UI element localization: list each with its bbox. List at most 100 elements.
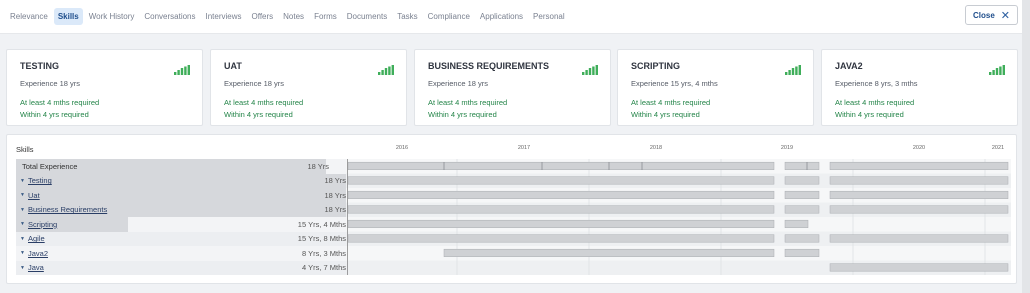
card-title: TESTING — [20, 61, 60, 71]
tab-skills[interactable]: Skills — [53, 7, 83, 25]
tab-notes[interactable]: Notes — [279, 8, 308, 25]
skill-duration: 4 Yrs, 7 Mths — [301, 263, 346, 273]
skill-row[interactable]: ▼ Uat 18 Yrs — [16, 188, 346, 203]
skill-duration: 18 Yrs — [324, 176, 346, 186]
skill-row[interactable]: ▼ Agile 15 Yrs, 8 Mths — [16, 231, 346, 246]
tab-interviews[interactable]: Interviews — [202, 8, 246, 25]
skill-name[interactable]: Scripting — [28, 220, 57, 229]
skill-duration: 15 Yrs, 4 Mths — [297, 219, 346, 229]
experience-bar — [829, 176, 1009, 185]
skill-name[interactable]: Uat — [28, 191, 40, 200]
close-label: Close — [972, 10, 995, 20]
card-title: BUSINESS REQUIREMENTS — [428, 61, 550, 71]
tab-offers[interactable]: Offers — [248, 8, 278, 25]
signal-strength-icon — [378, 65, 394, 75]
total-experience-row: Total Experience 18 Yrs — [16, 159, 346, 174]
chevron-down-icon[interactable]: ▼ — [20, 178, 28, 184]
experience-bar — [784, 248, 820, 257]
skill-row[interactable]: ▼ Scripting 15 Yrs, 4 Mths — [16, 217, 346, 232]
card-experience: Experience 18 yrs — [428, 79, 489, 88]
skill-row[interactable]: ▼ Testing 18 Yrs — [16, 173, 346, 188]
skill-name[interactable]: Business Requirements — [28, 205, 107, 214]
tab-documents[interactable]: Documents — [343, 8, 391, 25]
card-title: UAT — [224, 61, 242, 71]
tab-applications[interactable]: Applications — [476, 8, 527, 25]
card-within: Within 4 yrs required — [224, 110, 293, 119]
skill-card: SCRIPTING Experience 15 yrs, 4 mths At l… — [617, 49, 814, 126]
year-tick-label: 2017 — [518, 145, 530, 151]
experience-bar — [347, 190, 775, 199]
chevron-down-icon[interactable]: ▼ — [20, 207, 28, 213]
card-within: Within 4 yrs required — [428, 110, 497, 119]
experience-bar — [347, 161, 775, 170]
experience-fill — [16, 188, 346, 203]
tab-bar: Relevance Skills Work History Conversati… — [6, 6, 571, 26]
card-within: Within 4 yrs required — [20, 110, 89, 119]
chevron-down-icon[interactable]: ▼ — [20, 221, 28, 227]
card-required: At least 4 mths required — [631, 98, 711, 107]
skill-name[interactable]: Testing — [28, 176, 52, 185]
skill-duration: 18 Yrs — [324, 205, 346, 215]
card-title: JAVA2 — [835, 61, 863, 71]
experience-bar — [829, 263, 1009, 272]
skill-duration: 18 Yrs — [324, 190, 346, 200]
experience-bar — [829, 190, 1009, 199]
card-required: At least 4 mths required — [224, 98, 304, 107]
chevron-down-icon[interactable]: ▼ — [20, 192, 28, 198]
top-bar: Relevance Skills Work History Conversati… — [0, 0, 1022, 34]
card-required: At least 4 mths required — [835, 98, 915, 107]
skill-card: UAT Experience 18 yrs At least 4 mths re… — [210, 49, 407, 126]
year-tick-label: 2020 — [913, 145, 925, 151]
card-experience: Experience 8 yrs, 3 mths — [835, 79, 918, 88]
skill-card: BUSINESS REQUIREMENTS Experience 18 yrs … — [414, 49, 611, 126]
skill-row[interactable]: ▼ Java2 8 Yrs, 3 Mths — [16, 246, 346, 261]
skill-name[interactable]: Java — [28, 263, 44, 272]
experience-bar — [443, 248, 775, 257]
skill-card: TESTING Experience 18 yrs At least 4 mth… — [6, 49, 203, 126]
year-tick-label: 2016 — [396, 145, 408, 151]
card-experience: Experience 15 yrs, 4 mths — [631, 79, 718, 88]
skill-duration: 18 Yrs — [307, 161, 329, 171]
year-tick-label: 2018 — [650, 145, 662, 151]
experience-bar — [347, 234, 775, 243]
skill-card: JAVA2 Experience 8 yrs, 3 mths At least … — [821, 49, 1018, 126]
experience-bar — [784, 161, 820, 170]
year-tick-label: 2019 — [781, 145, 793, 151]
tab-conversations[interactable]: Conversations — [140, 8, 199, 25]
chevron-down-icon[interactable]: ▼ — [20, 236, 28, 242]
close-icon: ✕ — [1000, 9, 1010, 22]
skill-row[interactable]: ▼ Business Requirements 18 Yrs — [16, 202, 346, 217]
skill-duration: 8 Yrs, 3 Mths — [301, 248, 346, 258]
skill-duration: 15 Yrs, 8 Mths — [297, 234, 346, 244]
skills-timeline-chart: 2016 2017 2018 2019 2020 2021 — [346, 145, 1011, 275]
skill-name[interactable]: Java2 — [28, 249, 48, 258]
tab-tasks[interactable]: Tasks — [393, 8, 421, 25]
chevron-down-icon[interactable]: ▼ — [20, 250, 28, 256]
chevron-down-icon[interactable]: ▼ — [20, 265, 28, 271]
signal-strength-icon — [989, 65, 1005, 75]
experience-bar — [347, 219, 775, 228]
card-required: At least 4 mths required — [428, 98, 508, 107]
tab-forms[interactable]: Forms — [310, 8, 341, 25]
year-tick-label: 2021 — [992, 145, 1004, 151]
card-title: SCRIPTING — [631, 61, 681, 71]
signal-strength-icon — [174, 65, 190, 75]
tab-work-history[interactable]: Work History — [85, 8, 139, 25]
skill-name[interactable]: Agile — [28, 234, 45, 243]
tab-personal[interactable]: Personal — [529, 8, 569, 25]
experience-bar — [829, 234, 1009, 243]
experience-bar — [784, 190, 820, 199]
skills-header: Skills — [16, 145, 34, 154]
tab-compliance[interactable]: Compliance — [424, 8, 474, 25]
tab-relevance[interactable]: Relevance — [6, 8, 52, 25]
skill-row[interactable]: ▼ Java 4 Yrs, 7 Mths — [16, 260, 346, 275]
experience-bar — [347, 205, 775, 214]
card-experience: Experience 18 yrs — [20, 79, 81, 88]
skill-name: Total Experience — [22, 161, 78, 171]
card-within: Within 4 yrs required — [835, 110, 904, 119]
card-within: Within 4 yrs required — [631, 110, 700, 119]
close-button[interactable]: Close ✕ — [965, 5, 1018, 25]
signal-strength-icon — [582, 65, 598, 75]
scrollbar-track[interactable] — [1022, 0, 1030, 293]
skills-timeline-panel: Skills Total Experience 18 Yrs ▼ Testing 18 … — [6, 134, 1017, 284]
